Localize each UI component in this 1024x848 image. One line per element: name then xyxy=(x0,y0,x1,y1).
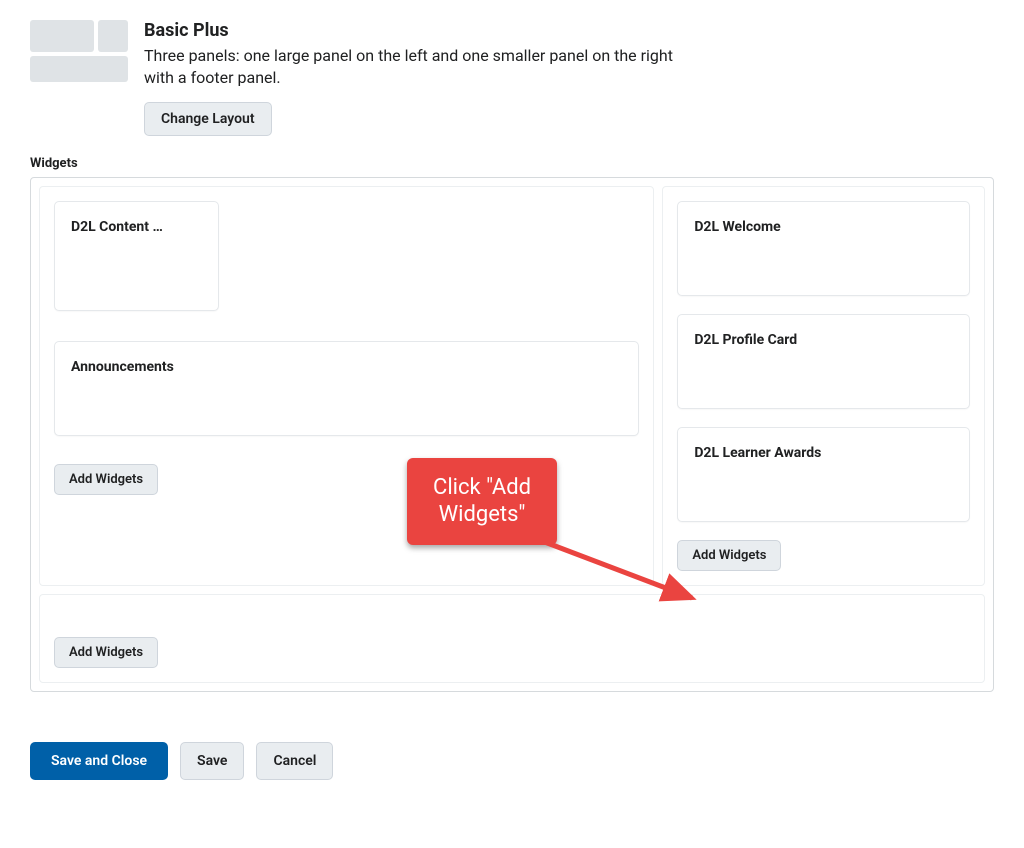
widget-title: D2L Learner Awards xyxy=(694,445,821,461)
widget-card[interactable]: Announcements xyxy=(54,341,639,436)
save-and-close-button[interactable]: Save and Close xyxy=(30,742,168,780)
widgets-heading: Widgets xyxy=(30,156,994,171)
add-widgets-button-footer[interactable]: Add Widgets xyxy=(54,637,158,668)
widget-title: D2L Content … xyxy=(71,219,163,235)
widgets-container: D2L Content … Announcements Add Widgets … xyxy=(30,177,994,692)
widget-card[interactable]: D2L Learner Awards xyxy=(677,427,970,522)
layout-thumbnail xyxy=(30,20,130,86)
layout-title: Basic Plus xyxy=(144,20,704,41)
thumb-block xyxy=(98,20,128,52)
layout-description: Three panels: one large panel on the lef… xyxy=(144,45,704,90)
layout-header: Basic Plus Three panels: one large panel… xyxy=(30,20,994,136)
widget-card[interactable]: D2L Content … xyxy=(54,201,219,311)
footer-panel: Add Widgets xyxy=(39,594,985,683)
widget-title: D2L Welcome xyxy=(694,219,780,235)
add-widgets-button-right[interactable]: Add Widgets xyxy=(677,540,781,571)
add-widgets-button-left[interactable]: Add Widgets xyxy=(54,464,158,495)
widget-card[interactable]: D2L Welcome xyxy=(677,201,970,296)
cancel-button[interactable]: Cancel xyxy=(256,742,333,780)
thumb-block xyxy=(30,20,94,52)
right-panel: D2L Welcome D2L Profile Card D2L Learner… xyxy=(662,186,985,586)
widget-title: Announcements xyxy=(71,359,174,375)
widget-title: D2L Profile Card xyxy=(694,332,797,348)
page-actions: Save and Close Save Cancel xyxy=(30,742,994,780)
change-layout-button[interactable]: Change Layout xyxy=(144,102,272,136)
thumb-block xyxy=(30,56,128,82)
layout-info: Basic Plus Three panels: one large panel… xyxy=(144,20,704,136)
left-panel: D2L Content … Announcements Add Widgets xyxy=(39,186,654,586)
widget-card[interactable]: D2L Profile Card xyxy=(677,314,970,409)
save-button[interactable]: Save xyxy=(180,742,244,780)
